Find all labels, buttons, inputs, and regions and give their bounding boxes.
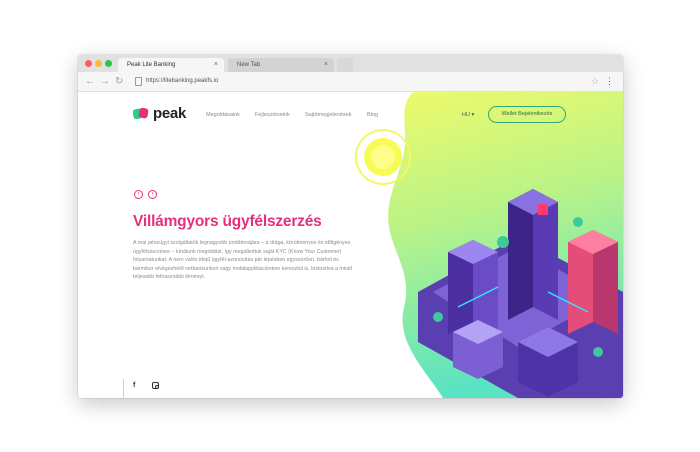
facebook-icon[interactable]: f bbox=[133, 382, 135, 389]
tab-label: New Tab bbox=[237, 62, 261, 68]
page-icon bbox=[135, 77, 142, 86]
logo-wordmark: peak bbox=[153, 105, 186, 122]
nav-link-sajtomegjelenesek[interactable]: Sajtómegjelenések bbox=[305, 112, 351, 118]
language-selector[interactable]: HU ▾ bbox=[462, 112, 474, 118]
back-icon[interactable]: ← bbox=[85, 75, 95, 88]
browser-menu-icon[interactable]: ⋮ bbox=[605, 75, 614, 88]
instagram-icon[interactable] bbox=[152, 382, 159, 389]
browser-toolbar: ← → ↻ https://litebanking.peakfs.io ☆ ⋮ bbox=[78, 72, 623, 92]
new-tab-button[interactable] bbox=[337, 58, 353, 72]
tab-strip: Peak Lite Banking × New Tab × bbox=[78, 55, 623, 72]
tab-new-tab[interactable]: New Tab × bbox=[228, 58, 334, 72]
hero-description: A mai pénzügyi szolgáltatók legnagyobb p… bbox=[133, 240, 353, 281]
hero-title: Villámgyors ügyfélszerzés bbox=[133, 213, 322, 230]
reload-icon[interactable]: ↻ bbox=[115, 75, 123, 88]
nav-link-fejleszteseink[interactable]: Fejlesztéseink bbox=[255, 112, 290, 118]
peak-logo-mark-icon bbox=[133, 107, 149, 120]
carousel-prev-button[interactable]: ‹ bbox=[134, 190, 143, 199]
maximize-window-button[interactable] bbox=[105, 60, 112, 67]
nav-link-megoldasaink[interactable]: Megoldásaink bbox=[206, 112, 240, 118]
minimize-window-button[interactable] bbox=[95, 60, 102, 67]
address-bar[interactable]: https://litebanking.peakfs.io bbox=[133, 75, 603, 88]
browser-window: Peak Lite Banking × New Tab × ← → ↻ http… bbox=[78, 55, 623, 398]
bookmark-star-icon[interactable]: ☆ bbox=[591, 75, 599, 88]
tab-close-icon[interactable]: × bbox=[214, 58, 218, 72]
forward-icon[interactable]: → bbox=[100, 75, 110, 88]
wallet-login-button[interactable]: Wallet Bejelentkezés bbox=[488, 106, 566, 123]
social-divider bbox=[123, 379, 124, 398]
nav-link-blog[interactable]: Blog bbox=[367, 112, 378, 118]
carousel-next-button[interactable]: › bbox=[148, 190, 157, 199]
tab-peak-lite-banking[interactable]: Peak Lite Banking × bbox=[118, 58, 224, 72]
tab-label: Peak Lite Banking bbox=[127, 62, 176, 68]
page-content: peak Megoldásaink Fejlesztéseink Sajtóme… bbox=[78, 92, 623, 398]
url-text: https://litebanking.peakfs.io bbox=[146, 78, 219, 84]
tab-close-icon[interactable]: × bbox=[324, 58, 328, 72]
close-window-button[interactable] bbox=[85, 60, 92, 67]
